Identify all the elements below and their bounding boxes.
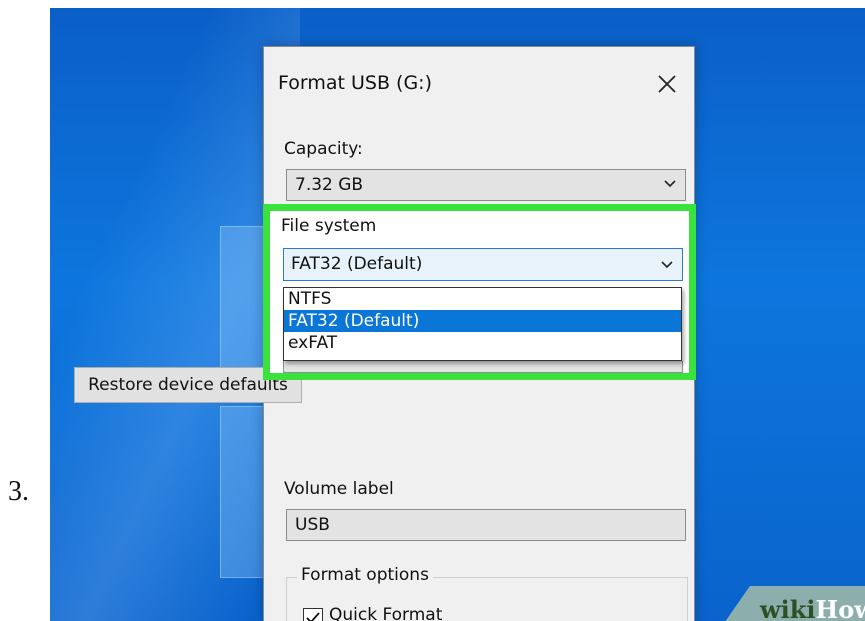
volume-label-value: USB xyxy=(295,515,330,535)
capacity-select[interactable]: 7.32 GB xyxy=(286,169,686,201)
file-system-select[interactable]: FAT32 (Default) xyxy=(283,248,683,281)
option-ntfs[interactable]: NTFS xyxy=(284,288,681,310)
volume-label-label: Volume label xyxy=(284,479,394,499)
capacity-label: Capacity: xyxy=(284,139,363,159)
watermark-how: How xyxy=(816,595,865,621)
option-exfat[interactable]: exFAT xyxy=(284,332,681,354)
svg-text:wikiHow: wikiHow xyxy=(759,595,865,621)
watermark-wiki: wiki xyxy=(759,595,816,621)
step-number: 3. xyxy=(8,476,29,507)
close-icon[interactable] xyxy=(654,71,680,97)
option-fat32[interactable]: FAT32 (Default) xyxy=(284,310,681,332)
format-options-title: Format options xyxy=(297,565,433,585)
dialog-title: Format USB (G:) xyxy=(278,72,432,94)
quick-format-label: Quick Format xyxy=(329,605,443,621)
checkmark-icon xyxy=(306,612,320,621)
quick-format-checkbox[interactable] xyxy=(303,608,323,621)
file-system-selected-value: FAT32 (Default) xyxy=(291,254,423,274)
file-system-label: File system xyxy=(281,216,377,236)
file-system-dropdown-list[interactable]: NTFS FAT32 (Default) exFAT xyxy=(283,287,682,361)
wikihow-watermark: wikiHow xyxy=(725,586,865,621)
allocation-unit-select[interactable] xyxy=(283,361,683,373)
chevron-down-icon xyxy=(664,180,676,188)
format-options-group: Format options Quick Format xyxy=(286,565,688,621)
file-system-highlight: File system FAT32 (Default) NTFS FAT32 (… xyxy=(263,204,696,380)
volume-label-input[interactable]: USB xyxy=(286,509,686,541)
chevron-down-icon xyxy=(661,261,673,269)
desktop-background: Format USB (G:) Capacity: 7.32 GB Volume… xyxy=(50,8,865,621)
capacity-value: 7.32 GB xyxy=(295,175,364,195)
